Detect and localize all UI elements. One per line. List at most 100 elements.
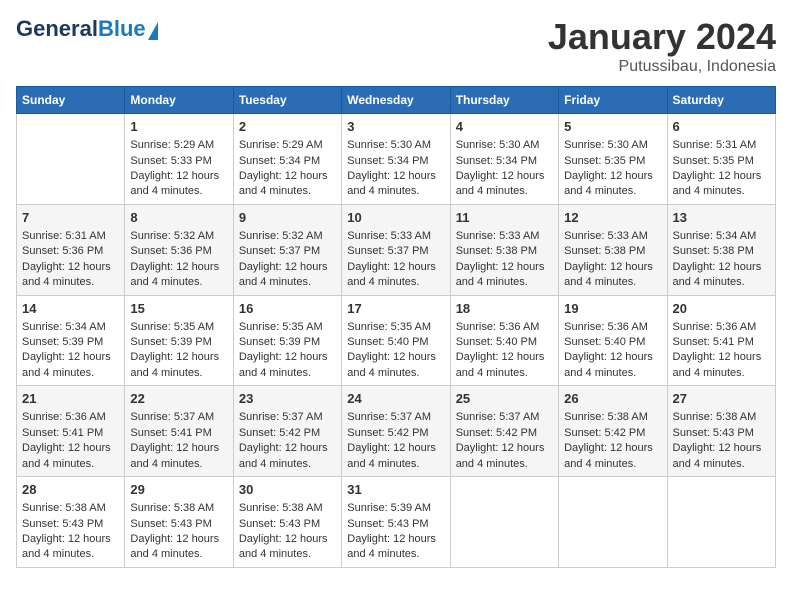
calendar-cell: 8Sunrise: 5:32 AMSunset: 5:36 PMDaylight… [125, 204, 233, 295]
sunset-text: Sunset: 5:43 PM [22, 517, 119, 532]
day-number: 28 [22, 481, 119, 499]
logo-blue: Blue [98, 16, 146, 42]
sunset-text: Sunset: 5:34 PM [456, 154, 553, 169]
sunrise-text: Sunrise: 5:33 AM [456, 229, 553, 244]
calendar-cell: 14Sunrise: 5:34 AMSunset: 5:39 PMDayligh… [17, 295, 125, 386]
sunrise-text: Sunrise: 5:37 AM [456, 410, 553, 425]
page-header: General Blue January 2024 Putussibau, In… [16, 16, 776, 76]
daylight-text: Daylight: 12 hours and 4 minutes. [22, 260, 119, 291]
sunset-text: Sunset: 5:37 PM [239, 244, 336, 259]
calendar-cell: 13Sunrise: 5:34 AMSunset: 5:38 PMDayligh… [667, 204, 775, 295]
calendar-cell: 23Sunrise: 5:37 AMSunset: 5:42 PMDayligh… [233, 386, 341, 477]
daylight-text: Daylight: 12 hours and 4 minutes. [347, 532, 444, 563]
header-day-friday: Friday [559, 87, 667, 114]
sunset-text: Sunset: 5:42 PM [239, 426, 336, 441]
day-number: 8 [130, 209, 227, 227]
daylight-text: Daylight: 12 hours and 4 minutes. [239, 532, 336, 563]
daylight-text: Daylight: 12 hours and 4 minutes. [239, 260, 336, 291]
sunrise-text: Sunrise: 5:29 AM [239, 138, 336, 153]
sunset-text: Sunset: 5:43 PM [347, 517, 444, 532]
day-number: 1 [130, 118, 227, 136]
calendar-cell: 22Sunrise: 5:37 AMSunset: 5:41 PMDayligh… [125, 386, 233, 477]
day-number: 12 [564, 209, 661, 227]
sunrise-text: Sunrise: 5:29 AM [130, 138, 227, 153]
header-day-monday: Monday [125, 87, 233, 114]
calendar-cell: 5Sunrise: 5:30 AMSunset: 5:35 PMDaylight… [559, 114, 667, 205]
calendar-cell: 7Sunrise: 5:31 AMSunset: 5:36 PMDaylight… [17, 204, 125, 295]
calendar-cell: 4Sunrise: 5:30 AMSunset: 5:34 PMDaylight… [450, 114, 558, 205]
sunrise-text: Sunrise: 5:38 AM [130, 501, 227, 516]
day-number: 19 [564, 300, 661, 318]
calendar-header: SundayMondayTuesdayWednesdayThursdayFrid… [17, 87, 776, 114]
day-number: 3 [347, 118, 444, 136]
sunrise-text: Sunrise: 5:35 AM [130, 320, 227, 335]
daylight-text: Daylight: 12 hours and 4 minutes. [22, 441, 119, 472]
calendar-cell: 29Sunrise: 5:38 AMSunset: 5:43 PMDayligh… [125, 477, 233, 568]
day-number: 7 [22, 209, 119, 227]
day-number: 30 [239, 481, 336, 499]
sunset-text: Sunset: 5:35 PM [564, 154, 661, 169]
sunrise-text: Sunrise: 5:31 AM [22, 229, 119, 244]
day-number: 11 [456, 209, 553, 227]
sunrise-text: Sunrise: 5:38 AM [673, 410, 770, 425]
day-number: 20 [673, 300, 770, 318]
header-row: SundayMondayTuesdayWednesdayThursdayFrid… [17, 87, 776, 114]
sunrise-text: Sunrise: 5:36 AM [673, 320, 770, 335]
calendar-cell: 18 Sunrise: 5:36 AMSunset: 5:40 PMDayligh… [450, 295, 558, 386]
daylight-text: Daylight: 12 hours and 4 minutes. [673, 350, 770, 381]
header-day-saturday: Saturday [667, 87, 775, 114]
calendar-cell: 20Sunrise: 5:36 AMSunset: 5:41 PMDayligh… [667, 295, 775, 386]
sunrise-text: Sunrise: 5:33 AM [564, 229, 661, 244]
daylight-text: Daylight: 12 hours and 4 minutes. [239, 169, 336, 200]
sunrise-text: Sunrise: 5:37 AM [347, 410, 444, 425]
sunset-text: Sunset: 5:36 PM [130, 244, 227, 259]
day-number: 16 [239, 300, 336, 318]
sunset-text: Sunset: 5:40 PM [456, 335, 553, 350]
calendar-cell: 2Sunrise: 5:29 AMSunset: 5:34 PMDaylight… [233, 114, 341, 205]
sunset-text: Sunset: 5:42 PM [564, 426, 661, 441]
daylight-text: Daylight: 12 hours and 4 minutes. [564, 441, 661, 472]
daylight-text: Daylight: 12 hours and 4 minutes. [456, 169, 553, 200]
sunset-text: Sunset: 5:40 PM [347, 335, 444, 350]
day-number: 14 [22, 300, 119, 318]
sunrise-text: Sunrise: 5:30 AM [347, 138, 444, 153]
daylight-text: Daylight: 12 hours and 4 minutes. [347, 169, 444, 200]
calendar-cell: 26Sunrise: 5:38 AMSunset: 5:42 PMDayligh… [559, 386, 667, 477]
day-number: 18 [456, 300, 553, 318]
month-title: January 2024 [548, 16, 776, 58]
sunrise-text: Sunrise: 5:33 AM [347, 229, 444, 244]
day-number: 27 [673, 390, 770, 408]
sunset-text: Sunset: 5:41 PM [22, 426, 119, 441]
logo-general: General [16, 16, 98, 42]
daylight-text: Daylight: 12 hours and 4 minutes. [347, 260, 444, 291]
daylight-text: Daylight: 12 hours and 4 minutes. [456, 350, 553, 381]
logo-text: General Blue [16, 16, 158, 42]
sunset-text: Sunset: 5:34 PM [239, 154, 336, 169]
sunset-text: Sunset: 5:39 PM [22, 335, 119, 350]
sunset-text: Sunset: 5:34 PM [347, 154, 444, 169]
calendar-cell [667, 477, 775, 568]
daylight-text: Daylight: 12 hours and 4 minutes. [564, 169, 661, 200]
calendar-cell: 25Sunrise: 5:37 AMSunset: 5:42 PMDayligh… [450, 386, 558, 477]
sunset-text: Sunset: 5:38 PM [456, 244, 553, 259]
daylight-text: Daylight: 12 hours and 4 minutes. [673, 260, 770, 291]
sunrise-text: Sunrise: 5:34 AM [22, 320, 119, 335]
calendar-cell: 31Sunrise: 5:39 AMSunset: 5:43 PMDayligh… [342, 477, 450, 568]
daylight-text: Daylight: 12 hours and 4 minutes. [564, 350, 661, 381]
calendar-table: SundayMondayTuesdayWednesdayThursdayFrid… [16, 86, 776, 568]
calendar-cell: 11Sunrise: 5:33 AMSunset: 5:38 PMDayligh… [450, 204, 558, 295]
calendar-cell: 9Sunrise: 5:32 AMSunset: 5:37 PMDaylight… [233, 204, 341, 295]
day-number: 22 [130, 390, 227, 408]
day-number: 17 [347, 300, 444, 318]
sunrise-text: Sunrise: 5:37 AM [239, 410, 336, 425]
sunrise-text: Sunrise: 5:38 AM [22, 501, 119, 516]
sunset-text: Sunset: 5:38 PM [673, 244, 770, 259]
sunrise-text: Sunrise: 5:34 AM [673, 229, 770, 244]
week-row-3: 21Sunrise: 5:36 AMSunset: 5:41 PMDayligh… [17, 386, 776, 477]
daylight-text: Daylight: 12 hours and 4 minutes. [239, 350, 336, 381]
week-row-1: 7 Sunrise: 5:31 AM Sunset: 5:36 PM Daylight… [17, 204, 776, 295]
sunrise-text: Sunrise: 5:36 AM [456, 320, 553, 335]
daylight-text: Daylight: 12 hours and 4 minutes. [22, 532, 119, 563]
sunrise-text: Sunrise: 5:36 AM [22, 410, 119, 425]
day-number: 5 [564, 118, 661, 136]
